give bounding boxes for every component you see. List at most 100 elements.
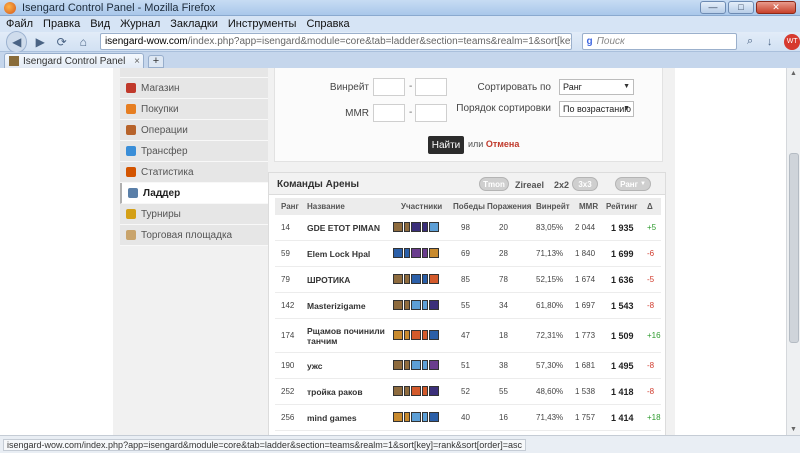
winrate-cell: 83,05% xyxy=(536,223,564,232)
character-portrait-icon[interactable] xyxy=(393,330,403,340)
sidebar-item-marketplace[interactable]: Торговая площадка xyxy=(120,225,268,246)
back-arrow-icon: ◀ xyxy=(12,34,22,49)
find-button[interactable]: Найти xyxy=(428,136,464,154)
realm-toggle-tmon[interactable]: Tmon xyxy=(479,177,509,191)
team-name-link[interactable]: Masterizigame xyxy=(307,301,366,311)
sidebar-item-ladder[interactable]: Ладдер xyxy=(120,183,268,204)
reload-button[interactable]: ⟳ xyxy=(53,33,71,51)
menu-edit[interactable]: Правка xyxy=(43,18,80,30)
cancel-link[interactable]: Отмена xyxy=(486,139,520,149)
col-mmr[interactable]: MMR xyxy=(579,202,598,211)
team-name-link[interactable]: ужс xyxy=(307,361,322,371)
menu-view[interactable]: Вид xyxy=(90,18,110,30)
mmr-max-input[interactable] xyxy=(415,104,447,122)
character-portrait-icon[interactable] xyxy=(411,360,421,370)
winrate-min-input[interactable] xyxy=(373,78,405,96)
col-rank[interactable]: Ранг xyxy=(281,202,299,211)
character-portrait-icon[interactable] xyxy=(393,222,403,232)
sidebar-item-statistics[interactable]: Статистика xyxy=(120,162,268,183)
new-tab-button[interactable]: + xyxy=(148,55,164,68)
character-portrait-icon[interactable] xyxy=(429,300,439,310)
character-portrait-icon[interactable] xyxy=(411,330,421,340)
team-name-link[interactable]: Рщамов починили танчим xyxy=(307,326,387,346)
url-bar[interactable]: isengard-wow.com/index.php?app=isengard&… xyxy=(99,33,572,50)
scroll-up-icon[interactable]: ▲ xyxy=(790,70,797,77)
table-row[interactable]: 79 ШРОТИКА 85 78 52,15% 1 674 1 636 -5 xyxy=(275,267,661,293)
home-button[interactable]: ⌂ xyxy=(74,33,92,51)
table-row[interactable]: 190 ужс 51 38 57,30% 1 681 1 495 -8 xyxy=(275,353,661,379)
scrollbar-thumb[interactable] xyxy=(789,153,799,343)
page-scrollbar[interactable]: ▲ ▼ xyxy=(786,68,800,435)
minimize-button[interactable]: — xyxy=(700,1,726,14)
team-name-link[interactable]: ШРОТИКА xyxy=(307,275,350,285)
character-portrait-icon[interactable] xyxy=(411,222,421,232)
character-portrait-icon[interactable] xyxy=(393,360,403,370)
character-portrait-icon[interactable] xyxy=(429,386,439,396)
sidebar-item-transfer[interactable]: Трансфер xyxy=(120,141,268,162)
sidebar-item-shop[interactable]: Магазин xyxy=(120,78,268,99)
table-row[interactable]: 256 mind games 40 16 71,43% 1 757 1 414 +18 xyxy=(275,405,661,431)
character-portrait-icon[interactable] xyxy=(411,300,421,310)
character-portrait-icon[interactable] xyxy=(429,412,439,422)
table-row[interactable]: 252 тройка раков 52 55 48,60% 1 538 1 418 -8 xyxy=(275,379,661,405)
table-row[interactable]: 174 Рщамов починили танчим 47 18 72,31% 1 773… xyxy=(275,319,661,353)
menu-tools[interactable]: Инструменты xyxy=(228,18,297,30)
back-button[interactable]: ◀ xyxy=(6,30,28,53)
table-row[interactable]: 14 GDE ETOT PIMAN 98 20 83,05% 2 044 1 935 +5 xyxy=(275,215,661,241)
character-portrait-icon[interactable] xyxy=(411,248,421,258)
menu-help[interactable]: Справка xyxy=(306,18,349,30)
sort-order-select[interactable]: По возрастанию ▼ xyxy=(559,101,634,117)
close-window-button[interactable]: ✕ xyxy=(756,1,796,14)
menu-history[interactable]: Журнал xyxy=(120,18,160,30)
character-portrait-icon[interactable] xyxy=(411,412,421,422)
col-winrate[interactable]: Винрейт xyxy=(536,202,570,211)
class-icon xyxy=(404,412,410,422)
maximize-button[interactable]: □ xyxy=(728,1,754,14)
page-content: Магазин Покупки Операции Трансфер Статис… xyxy=(0,68,786,435)
col-wins[interactable]: Победы xyxy=(453,202,485,211)
search-engine-icon[interactable]: g xyxy=(587,36,593,47)
search-icon[interactable]: ⌕ xyxy=(743,35,757,49)
col-name[interactable]: Название xyxy=(307,202,345,211)
character-portrait-icon[interactable] xyxy=(393,248,403,258)
team-name-link[interactable]: GDE ETOT PIMAN xyxy=(307,223,380,233)
character-portrait-icon[interactable] xyxy=(429,248,439,258)
rating-cell: 1 699 xyxy=(611,249,634,259)
character-portrait-icon[interactable] xyxy=(393,412,403,422)
bracket-2v2-link[interactable]: 2x2 xyxy=(554,180,569,190)
character-portrait-icon[interactable] xyxy=(393,274,403,284)
team-name-link[interactable]: тройка раков xyxy=(307,387,363,397)
menu-bookmarks[interactable]: Закладки xyxy=(170,18,218,30)
menu-file[interactable]: Файл xyxy=(6,18,33,30)
bracket-3v3-toggle[interactable]: 3x3 xyxy=(572,177,598,191)
character-portrait-icon[interactable] xyxy=(429,274,439,284)
sort-by-select[interactable]: Ранг ▼ xyxy=(559,79,634,95)
team-name-link[interactable]: mind games xyxy=(307,413,357,423)
character-portrait-icon[interactable] xyxy=(393,386,403,396)
col-rating[interactable]: Рейтинг xyxy=(606,202,638,211)
character-portrait-icon[interactable] xyxy=(411,386,421,396)
table-row[interactable]: 59 Elem Lock Hpal 69 28 71,13% 1 840 1 699 -6 xyxy=(275,241,661,267)
mmr-min-input[interactable] xyxy=(373,104,405,122)
winrate-max-input[interactable] xyxy=(415,78,447,96)
sidebar-item-tournaments[interactable]: Турниры xyxy=(120,204,268,225)
tab-isengard[interactable]: Isengard Control Panel × xyxy=(4,53,144,68)
download-icon[interactable]: ↓ xyxy=(763,35,777,49)
character-portrait-icon[interactable] xyxy=(393,300,403,310)
forward-button[interactable]: ▶ xyxy=(31,33,49,51)
table-row[interactable]: 142 Masterizigame 55 34 61,80% 1 697 1 543 -8 xyxy=(275,293,661,319)
col-losses[interactable]: Поражения xyxy=(487,202,531,211)
search-input[interactable]: g Поиск xyxy=(581,33,738,50)
sidebar-item-purchases[interactable]: Покупки xyxy=(120,99,268,120)
scroll-down-icon[interactable]: ▼ xyxy=(790,426,797,433)
character-portrait-icon[interactable] xyxy=(429,360,439,370)
sort-rank-toggle[interactable]: Ранг ▼ xyxy=(615,177,651,191)
tab-close-icon[interactable]: × xyxy=(134,56,140,67)
realm-zireael-link[interactable]: Zireael xyxy=(515,180,544,190)
sidebar-item-operations[interactable]: Операции xyxy=(120,120,268,141)
team-name-link[interactable]: Elem Lock Hpal xyxy=(307,249,370,259)
character-portrait-icon[interactable] xyxy=(411,274,421,284)
addon-icon[interactable]: WT xyxy=(784,33,800,50)
character-portrait-icon[interactable] xyxy=(429,330,439,340)
character-portrait-icon[interactable] xyxy=(429,222,439,232)
